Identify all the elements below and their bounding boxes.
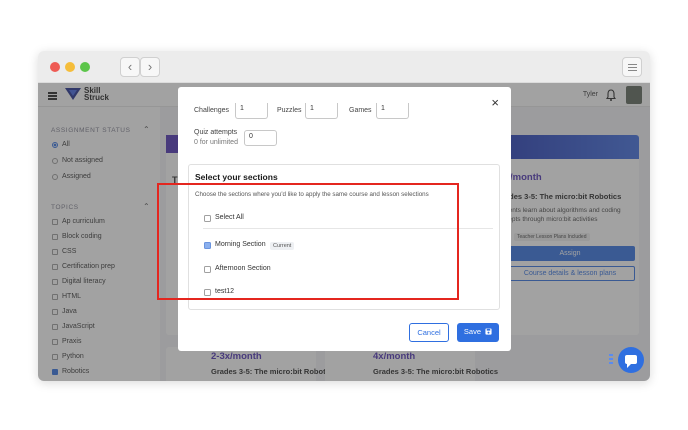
chat-icon <box>625 355 637 368</box>
browser-menu-icon[interactable] <box>622 57 642 77</box>
quiz-attempts-input[interactable]: 0 <box>244 130 277 146</box>
save-button[interactable]: Save <box>457 323 499 342</box>
games-label: Games <box>349 107 372 114</box>
challenges-input[interactable]: 1 <box>235 103 268 119</box>
quiz-attempts-hint: 0 for unlimited <box>194 139 238 146</box>
maximize-window-button[interactable] <box>80 62 90 72</box>
save-icon <box>485 328 492 335</box>
puzzles-input[interactable]: 1 <box>305 103 338 119</box>
minimize-window-button[interactable] <box>65 62 75 72</box>
sections-title: Select your sections <box>195 172 278 182</box>
games-input[interactable]: 1 <box>376 103 409 119</box>
annotation-highlight-box <box>157 183 459 300</box>
close-window-button[interactable] <box>50 62 60 72</box>
forward-button[interactable]: › <box>140 57 160 77</box>
puzzles-label: Puzzles <box>277 107 302 114</box>
close-icon[interactable]: × <box>491 95 499 110</box>
browser-toolbar: ‹ › <box>38 51 650 83</box>
cancel-button[interactable]: Cancel <box>409 323 449 342</box>
save-button-label: Save <box>463 327 481 336</box>
quiz-attempts-label: Quiz attempts <box>194 129 238 136</box>
chat-button[interactable] <box>618 347 644 373</box>
back-button[interactable]: ‹ <box>120 57 140 77</box>
drag-handle-icon[interactable] <box>609 354 613 366</box>
challenges-label: Challenges <box>194 107 230 114</box>
